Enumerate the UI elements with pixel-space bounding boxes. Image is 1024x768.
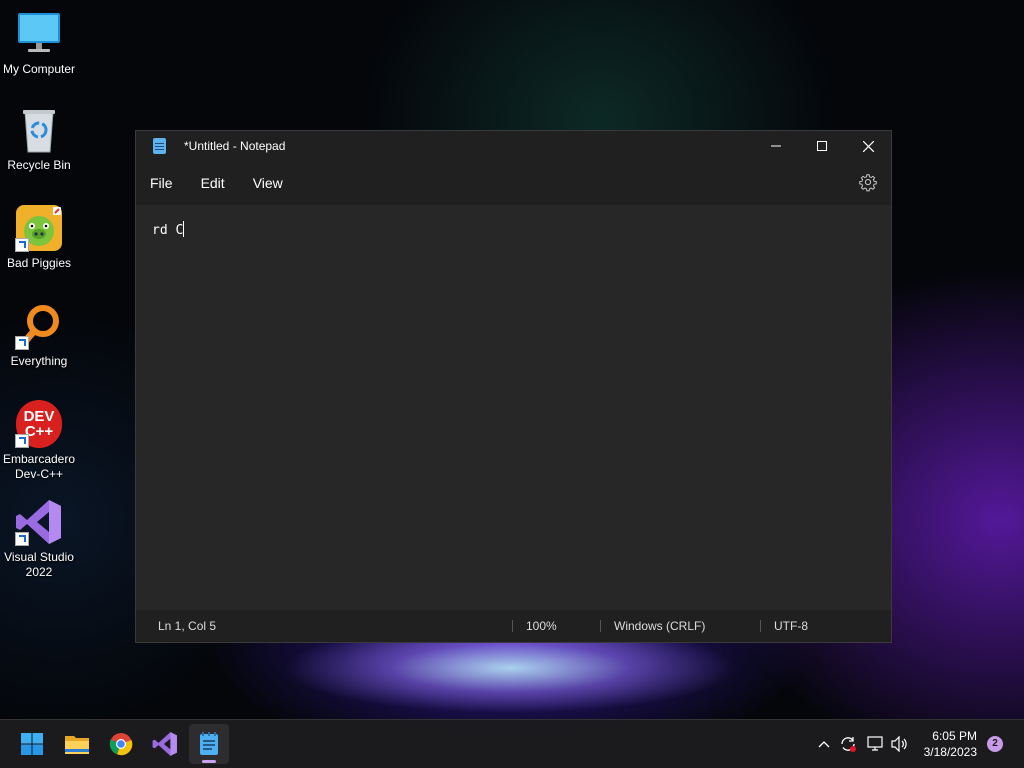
clock-date: 3/18/2023 [923,745,977,759]
title-bar[interactable]: *Untitled - Notepad [136,131,891,161]
notepad-app-icon [153,138,166,154]
close-icon [862,140,874,152]
monitor-icon [15,10,63,58]
desktop-icon-my-computer[interactable]: My Computer [0,10,78,77]
maximize-button[interactable] [799,131,845,161]
shortcut-arrow-icon [15,434,29,448]
desktop-icon-label: Visual Studio 2022 [4,550,74,579]
close-button[interactable] [845,131,891,161]
show-hidden-icons-button[interactable] [812,720,836,768]
taskbar-notepad[interactable] [189,724,229,764]
dev-cpp-icon: DEV C++ [15,400,63,448]
desktop-icon-visual-studio[interactable]: Visual Studio 2022 [0,498,78,580]
menu-file[interactable]: File [136,175,187,191]
clock-time: 6:05 PM [932,729,977,743]
taskbar-chrome[interactable] [101,724,141,764]
desktop-icon-label: Bad Piggies [6,256,72,270]
notepad-window: *Untitled - Notepad File Edit View rd C … [135,130,892,643]
recycle-bin-icon [15,106,63,154]
minimize-icon [771,145,781,147]
desktop-icon-recycle-bin[interactable]: Recycle Bin [0,106,78,173]
taskbar-visual-studio[interactable] [145,724,185,764]
desktop-icon-label: My Computer [2,62,76,76]
taskbar-file-explorer[interactable] [57,724,97,764]
volume-icon [891,736,907,752]
desktop-icon-bad-piggies[interactable]: Bad Piggies [0,204,78,271]
network-icon [867,736,883,751]
desktop-icon-label: Everything [10,354,68,368]
shortcut-arrow-icon [15,532,29,546]
start-button[interactable] [12,724,52,764]
taskbar: 6:05 PM 3/18/2023 2 [0,719,1024,768]
maximize-icon [817,141,827,151]
minimize-button[interactable] [753,131,799,161]
chrome-icon [109,733,133,756]
desktop-icon-everything[interactable]: Everything [0,302,78,369]
bad-piggies-icon [15,204,63,252]
sync-icon [841,737,856,752]
cursor-position: Ln 1, Col 5 [158,619,217,633]
file-explorer-icon [65,736,89,754]
menu-view[interactable]: View [239,175,297,191]
shortcut-arrow-icon [15,238,29,252]
sync-tray-button[interactable] [836,720,860,768]
start-icon [21,733,43,755]
notification-badge[interactable]: 2 [987,736,1003,752]
desktop-icon-dev-cpp[interactable]: DEV C++ Embarcadero Dev-C++ [0,400,78,482]
menu-edit[interactable]: Edit [187,175,239,191]
editor-content: rd C [152,223,184,238]
status-bar: Ln 1, Col 5 100% Windows (CRLF) UTF-8 [136,610,891,642]
encoding: UTF-8 [760,610,808,642]
desktop-icon-label: Recycle Bin [7,158,71,172]
magnifier-icon [15,302,63,350]
text-editor[interactable]: rd C [136,205,891,610]
volume-tray-button[interactable] [888,720,912,768]
visual-studio-icon [15,498,63,546]
menu-bar: File Edit View [136,161,891,205]
line-ending: Windows (CRLF) [599,610,705,642]
visual-studio-icon [152,732,177,756]
shortcut-arrow-icon [15,336,29,350]
window-title: *Untitled - Notepad [184,139,286,153]
chevron-up-icon [818,741,830,748]
zoom-level: 100% [512,610,557,642]
settings-button[interactable] [859,174,877,192]
gear-icon [859,174,877,192]
clock[interactable]: 6:05 PM 3/18/2023 [924,728,977,760]
notepad-icon [200,732,218,755]
network-tray-button[interactable] [864,720,888,768]
desktop-icon-label: Embarcadero Dev-C++ [2,452,76,481]
text-caret [183,221,185,237]
